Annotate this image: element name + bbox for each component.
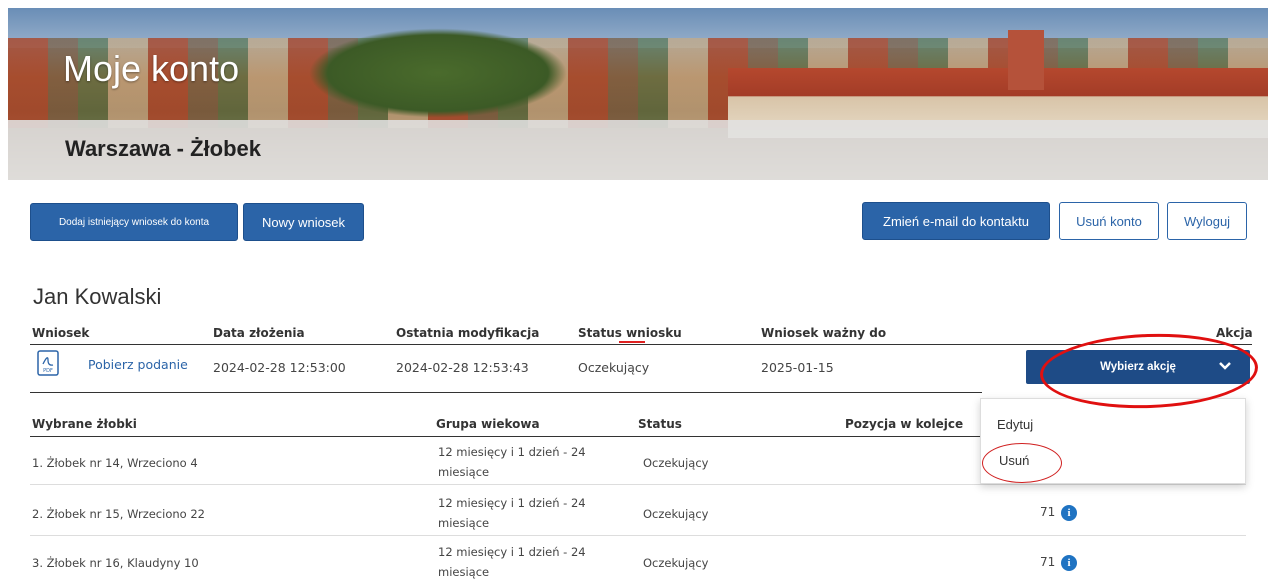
logout-button[interactable]: Wyloguj xyxy=(1167,202,1247,240)
application-status: Oczekujący xyxy=(578,360,650,375)
spellcheck-underline xyxy=(619,341,645,343)
menu-item-edit[interactable]: Edytuj xyxy=(997,417,1033,432)
col-action: Akcja xyxy=(1216,326,1253,340)
col-age-group: Grupa wiekowa xyxy=(436,417,540,431)
delete-account-button[interactable]: Usuń konto xyxy=(1059,202,1159,240)
row-divider xyxy=(30,535,1246,536)
age-group-line1: 12 miesięcy i 1 dzień - 24 xyxy=(438,496,586,510)
col-nursery: Wybrane żłobki xyxy=(32,417,137,431)
nursery-status: Oczekujący xyxy=(643,556,709,570)
age-group-line2: miesiące xyxy=(438,565,490,579)
download-application-link[interactable]: Pobierz podanie xyxy=(88,357,188,372)
annotation-ellipse-delete xyxy=(982,443,1062,483)
nursery-status: Oczekujący xyxy=(643,456,709,470)
nursery-name: 1. Żłobek nr 14, Wrzeciono 4 xyxy=(32,456,198,470)
col-submitted: Data złożenia xyxy=(213,326,305,340)
pdf-file-icon[interactable]: PDF xyxy=(37,350,59,376)
age-group-line2: miesiące xyxy=(438,465,490,479)
nursery-status: Oczekujący xyxy=(643,507,709,521)
col-modified: Ostatnia modyfikacja xyxy=(396,326,540,340)
col-status: Status wniosku xyxy=(578,326,682,340)
header-banner: Moje konto Warszawa - Żłobek xyxy=(8,8,1268,180)
new-application-button[interactable]: Nowy wniosek xyxy=(243,203,364,241)
page-title: Moje konto xyxy=(63,48,240,89)
nursery-name: 2. Żłobek nr 15, Wrzeciono 22 xyxy=(32,507,205,521)
age-group-line1: 12 miesięcy i 1 dzień - 24 xyxy=(438,545,586,559)
col-queue-position: Pozycja w kolejce xyxy=(845,417,964,431)
valid-until-date: 2025-01-15 xyxy=(761,360,834,375)
svg-text:PDF: PDF xyxy=(43,368,53,374)
modified-date: 2024-02-28 12:53:43 xyxy=(396,360,529,375)
info-icon[interactable]: i xyxy=(1061,505,1077,521)
info-icon[interactable]: i xyxy=(1061,555,1077,571)
banner-trees xyxy=(308,28,568,118)
change-email-button[interactable]: Zmień e-mail do kontaktu xyxy=(862,202,1050,240)
col-application: Wniosek xyxy=(32,326,90,340)
row-divider xyxy=(30,392,982,393)
age-group-line2: miesiące xyxy=(438,516,490,530)
col-nursery-status: Status xyxy=(638,417,682,431)
age-group-line1: 12 miesięcy i 1 dzień - 24 xyxy=(438,445,586,459)
page-subtitle: Warszawa - Żłobek xyxy=(65,136,262,161)
add-existing-application-button[interactable]: Dodaj istniejący wniosek do konta xyxy=(30,203,238,241)
user-name: Jan Kowalski xyxy=(33,284,162,309)
col-valid-until: Wniosek ważny do xyxy=(761,326,887,340)
row-divider xyxy=(30,484,1246,485)
queue-position: 71 xyxy=(1040,505,1056,519)
table-header-divider xyxy=(30,344,1252,345)
banner-tower xyxy=(1008,30,1044,90)
nursery-name: 3. Żłobek nr 16, Klaudyny 10 xyxy=(32,556,199,570)
queue-position: 71 xyxy=(1040,555,1056,569)
submitted-date: 2024-02-28 12:53:00 xyxy=(213,360,346,375)
